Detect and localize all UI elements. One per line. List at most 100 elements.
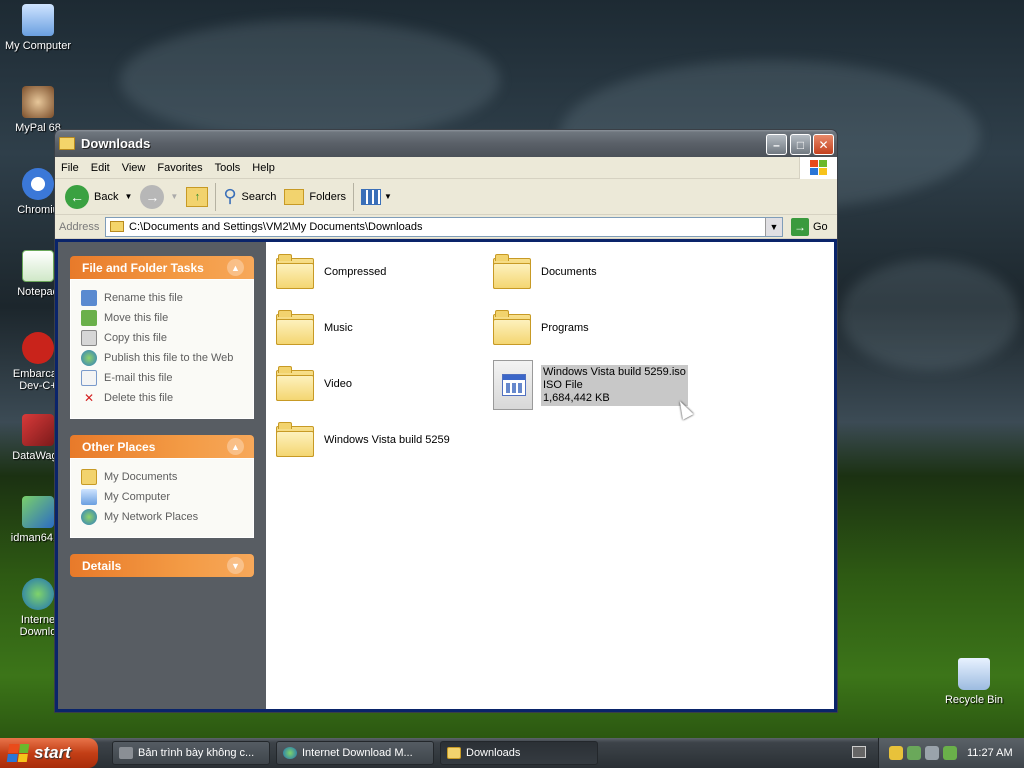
desktop-icon-mypal[interactable]: MyPal 68	[0, 86, 76, 134]
up-folder-button[interactable]: ↑	[182, 182, 212, 212]
folder-icon	[59, 137, 75, 150]
keyboard-icon[interactable]	[852, 746, 866, 758]
windows-logo-icon	[6, 744, 30, 762]
file-folder-tasks-panel: File and Folder Tasks ▲ Rename this file…	[70, 256, 254, 419]
close-button[interactable]: ✕	[813, 134, 834, 155]
network-icon[interactable]	[907, 746, 921, 760]
folder-icon	[110, 221, 124, 232]
back-button[interactable]: ← Back ▼	[61, 182, 136, 212]
task-delete[interactable]: ✕ Delete this file	[81, 388, 243, 408]
delete-icon: ✕	[83, 391, 95, 405]
collapse-icon[interactable]: ▲	[227, 259, 244, 276]
window-title: Downloads	[81, 136, 151, 151]
menu-favorites[interactable]: Favorites	[151, 162, 208, 174]
panel-header[interactable]: Details ▼	[70, 554, 254, 577]
forward-button[interactable]: → ▼	[136, 182, 182, 212]
toolbar-separator	[215, 182, 217, 211]
volume-icon[interactable]	[943, 746, 957, 760]
folder-icon	[447, 747, 461, 759]
start-button[interactable]: start	[0, 738, 98, 768]
folder-icon	[493, 254, 533, 290]
taskbar-item-downloads[interactable]: Downloads	[440, 741, 598, 765]
globe-download-icon	[283, 747, 297, 759]
chevron-down-icon: ▼	[384, 192, 392, 201]
views-icon	[361, 188, 382, 205]
recycle-bin-icon	[958, 658, 990, 690]
search-button[interactable]: ⚲ Search	[219, 182, 280, 212]
system-tray: 11:27 AM	[878, 738, 1024, 768]
desktop-icon-label: My Computer	[4, 40, 72, 52]
back-arrow-icon: ←	[65, 184, 89, 209]
security-shield-icon[interactable]	[889, 746, 903, 760]
folders-button[interactable]: Folders	[280, 182, 350, 212]
desktop-icon-my-computer[interactable]: My Computer	[0, 4, 76, 52]
folder-icon	[276, 254, 316, 290]
place-my-documents[interactable]: My Documents	[81, 467, 243, 487]
details-panel: Details ▼	[70, 554, 254, 577]
address-bar: Address C:\Documents and Settings\VM2\My…	[55, 215, 837, 239]
folder-item[interactable]: Video	[276, 366, 352, 402]
task-copy[interactable]: Copy this file	[81, 328, 243, 348]
taskbar-item-presentation[interactable]: Bản trình bày không c...	[112, 741, 270, 765]
menu-file[interactable]: File	[55, 162, 85, 174]
address-label: Address	[59, 220, 100, 233]
panel-body: Rename this file Move this file Copy thi…	[70, 279, 254, 419]
expand-icon[interactable]: ▼	[227, 557, 244, 574]
maximize-button[interactable]: □	[790, 134, 811, 155]
app-icon	[119, 747, 133, 759]
installer-icon	[22, 496, 54, 528]
place-my-network[interactable]: My Network Places	[81, 507, 243, 527]
email-icon	[81, 370, 97, 386]
up-folder-icon: ↑	[186, 186, 209, 207]
file-size: 1,684,442 KB	[543, 391, 610, 404]
file-item-selected[interactable]: Windows Vista build 5259.iso ISO File 1,…	[493, 360, 688, 410]
folders-icon	[284, 188, 305, 205]
collapse-icon[interactable]: ▲	[227, 438, 244, 455]
taskbar: start Bản trình bày không c... Internet …	[0, 738, 1024, 768]
address-input[interactable]: C:\Documents and Settings\VM2\My Documen…	[105, 216, 783, 237]
safely-remove-icon[interactable]	[925, 746, 939, 760]
views-button[interactable]: ▼	[357, 182, 396, 212]
folder-item[interactable]: Compressed	[276, 254, 386, 290]
go-button[interactable]: → Go	[787, 217, 833, 236]
forward-arrow-icon: →	[140, 184, 165, 209]
toolbar-separator	[353, 182, 355, 211]
clock[interactable]: 11:27 AM	[967, 747, 1013, 759]
folder-item[interactable]: Windows Vista build 5259	[276, 422, 450, 458]
folder-icon	[276, 310, 316, 346]
minimize-button[interactable]: –	[766, 134, 787, 155]
task-publish[interactable]: Publish this file to the Web	[81, 348, 243, 368]
other-places-panel: Other Places ▲ My Documents My Computer …	[70, 435, 254, 538]
task-email[interactable]: E-mail this file	[81, 368, 243, 388]
place-my-computer[interactable]: My Computer	[81, 487, 243, 507]
task-move[interactable]: Move this file	[81, 308, 243, 328]
folder-item[interactable]: Programs	[493, 310, 589, 346]
menu-help[interactable]: Help	[246, 162, 281, 174]
network-icon	[81, 509, 97, 525]
devcpp-icon	[22, 332, 54, 364]
taskbar-item-idm[interactable]: Internet Download M...	[276, 741, 434, 765]
explorer-window: Downloads – □ ✕ File Edit View Favorites…	[54, 129, 838, 713]
file-type: ISO File	[543, 378, 583, 391]
menu-tools[interactable]: Tools	[209, 162, 247, 174]
desktop-icon-recycle-bin[interactable]: Recycle Bin	[936, 658, 1012, 706]
datawago-icon	[22, 414, 54, 446]
globe-icon	[81, 350, 97, 366]
chevron-down-icon[interactable]: ▼	[170, 192, 178, 201]
panel-header[interactable]: File and Folder Tasks ▲	[70, 256, 254, 279]
windows-logo-icon	[799, 157, 837, 179]
rename-icon	[81, 290, 97, 306]
documents-icon	[81, 469, 97, 485]
folder-icon	[493, 310, 533, 346]
task-pane: File and Folder Tasks ▲ Rename this file…	[58, 242, 266, 709]
panel-header[interactable]: Other Places ▲	[70, 435, 254, 458]
folder-item[interactable]: Documents	[493, 254, 597, 290]
menu-view[interactable]: View	[116, 162, 152, 174]
chevron-down-icon[interactable]: ▼	[124, 192, 132, 201]
task-rename[interactable]: Rename this file	[81, 288, 243, 308]
chevron-down-icon[interactable]: ▼	[765, 217, 782, 236]
folder-item[interactable]: Music	[276, 310, 353, 346]
address-path: C:\Documents and Settings\VM2\My Documen…	[129, 220, 423, 233]
title-bar[interactable]: Downloads – □ ✕	[55, 130, 837, 157]
menu-edit[interactable]: Edit	[85, 162, 116, 174]
